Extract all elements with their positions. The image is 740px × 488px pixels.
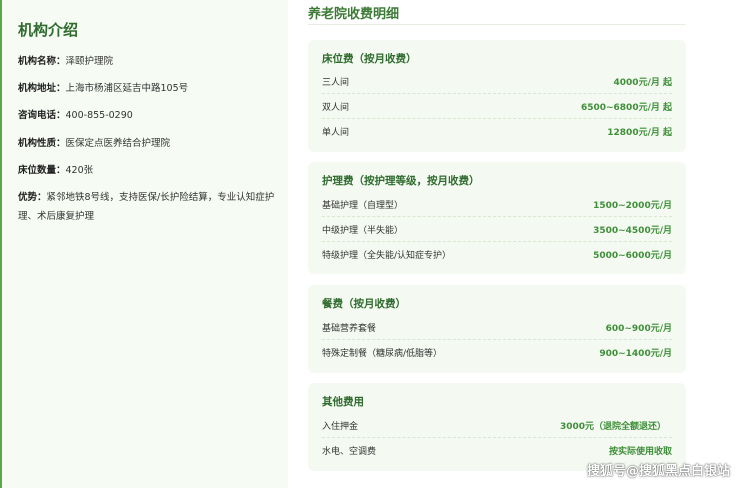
info-row-advantages: 优势：紧邻地铁8号线，支持医保/长护险结算，专业认知症护理、术后康复护理 bbox=[18, 188, 280, 226]
page: 机构介绍 机构名称：泽颐护理院 机构地址：上海市杨浦区延吉中路105号 咨询电话… bbox=[0, 0, 740, 488]
info-value: 420张 bbox=[65, 165, 94, 176]
info-label: 床位数量： bbox=[18, 165, 66, 176]
info-value: 医保定点医养结合护理院 bbox=[65, 138, 171, 149]
fee-name: 基础营养套餐 bbox=[322, 324, 377, 334]
fee-row: 双人间 6500~6800元/月 起 bbox=[322, 95, 672, 119]
fee-price: 6500~6800元/月 起 bbox=[580, 103, 672, 113]
info-label: 咨询电话： bbox=[18, 110, 66, 121]
fee-price: 900~1400元/月 bbox=[599, 349, 672, 359]
fee-card-bed: 床位费（按月收费） 三人间 4000元/月 起 双人间 6500~6800元/月… bbox=[308, 40, 686, 152]
fee-price: 1500~2000元/月 bbox=[593, 201, 672, 211]
fee-card-heading: 床位费（按月收费） bbox=[322, 53, 417, 65]
fees-title: 养老院收费明细 bbox=[308, 7, 400, 22]
fee-row: 基础护理（自理型） 1500~2000元/月 bbox=[322, 193, 672, 217]
fee-card-other: 其他费用 入住押金 3000元（退院全额退还） 水电、空调费 按实际使用收取 bbox=[308, 383, 686, 471]
fee-row: 特殊定制餐（糖尿病/低脂等） 900~1400元/月 bbox=[322, 341, 672, 365]
info-value: 紧邻地铁8号线，支持医保/长护险结算，专业认知症护理、术后康复护理 bbox=[18, 192, 275, 222]
info-label: 机构名称： bbox=[18, 56, 66, 67]
fee-price: 按实际使用收取 bbox=[608, 447, 672, 457]
fee-card-nursing: 护理费（按护理等级，按月收费） 基础护理（自理型） 1500~2000元/月 中… bbox=[308, 162, 686, 274]
fee-row: 单人间 12800元/月 起 bbox=[322, 120, 672, 144]
fee-price: 3500~4500元/月 bbox=[593, 226, 672, 236]
fee-name: 双人间 bbox=[322, 103, 350, 113]
fee-price: 3000元（退院全额退还） bbox=[559, 422, 666, 432]
fee-row: 三人间 4000元/月 起 bbox=[322, 70, 672, 94]
fee-price: 12800元/月 起 bbox=[607, 128, 672, 138]
info-value: 泽颐护理院 bbox=[65, 56, 114, 67]
fee-name: 入住押金 bbox=[322, 422, 359, 432]
fee-price: 4000元/月 起 bbox=[613, 78, 672, 88]
info-value: 400-855-0290 bbox=[65, 110, 133, 121]
info-row-type: 机构性质：医保定点医养结合护理院 bbox=[18, 134, 280, 153]
fee-name: 基础护理（自理型） bbox=[322, 201, 404, 211]
title-divider bbox=[308, 24, 686, 25]
fee-name: 中级护理（半失能） bbox=[322, 226, 404, 236]
info-row-phone: 咨询电话：400-855-0290 bbox=[18, 106, 280, 125]
info-label: 优势： bbox=[18, 192, 47, 203]
fee-row: 入住押金 3000元（退院全额退还） bbox=[322, 414, 672, 438]
fee-row: 基础营养套餐 600~900元/月 bbox=[322, 316, 672, 340]
fee-card-heading: 其他费用 bbox=[322, 396, 364, 408]
info-label: 机构性质： bbox=[18, 138, 66, 149]
fee-name: 水电、空调费 bbox=[322, 447, 377, 457]
info-value: 上海市杨浦区延吉中路105号 bbox=[65, 83, 189, 94]
watermark: 搜狐号@搜狐黑点白银站 bbox=[586, 464, 730, 479]
institution-title: 机构介绍 bbox=[18, 21, 79, 39]
fee-name: 特殊定制餐（糖尿病/低脂等） bbox=[322, 349, 443, 359]
fee-name: 单人间 bbox=[322, 128, 350, 138]
fee-card-heading: 餐费（按月收费） bbox=[322, 298, 406, 310]
info-row-name: 机构名称：泽颐护理院 bbox=[18, 52, 280, 71]
info-row-address: 机构地址：上海市杨浦区延吉中路105号 bbox=[18, 79, 280, 98]
fee-price: 5000~6000元/月 bbox=[593, 251, 672, 261]
fee-card-meals: 餐费（按月收费） 基础营养套餐 600~900元/月 特殊定制餐（糖尿病/低脂等… bbox=[308, 285, 686, 373]
info-label: 机构地址： bbox=[18, 83, 66, 94]
fee-price: 600~900元/月 bbox=[605, 324, 672, 334]
fee-row: 中级护理（半失能） 3500~4500元/月 bbox=[322, 218, 672, 242]
fee-card-heading: 护理费（按护理等级，按月收费） bbox=[322, 175, 480, 187]
institution-panel: 机构介绍 机构名称：泽颐护理院 机构地址：上海市杨浦区延吉中路105号 咨询电话… bbox=[0, 0, 288, 488]
info-row-beds: 床位数量：420张 bbox=[18, 161, 280, 180]
fee-name: 三人间 bbox=[322, 78, 350, 88]
fee-name: 特级护理（全失能/认知症专护） bbox=[322, 251, 452, 261]
fee-row: 特级护理（全失能/认知症专护） 5000~6000元/月 bbox=[322, 243, 672, 267]
